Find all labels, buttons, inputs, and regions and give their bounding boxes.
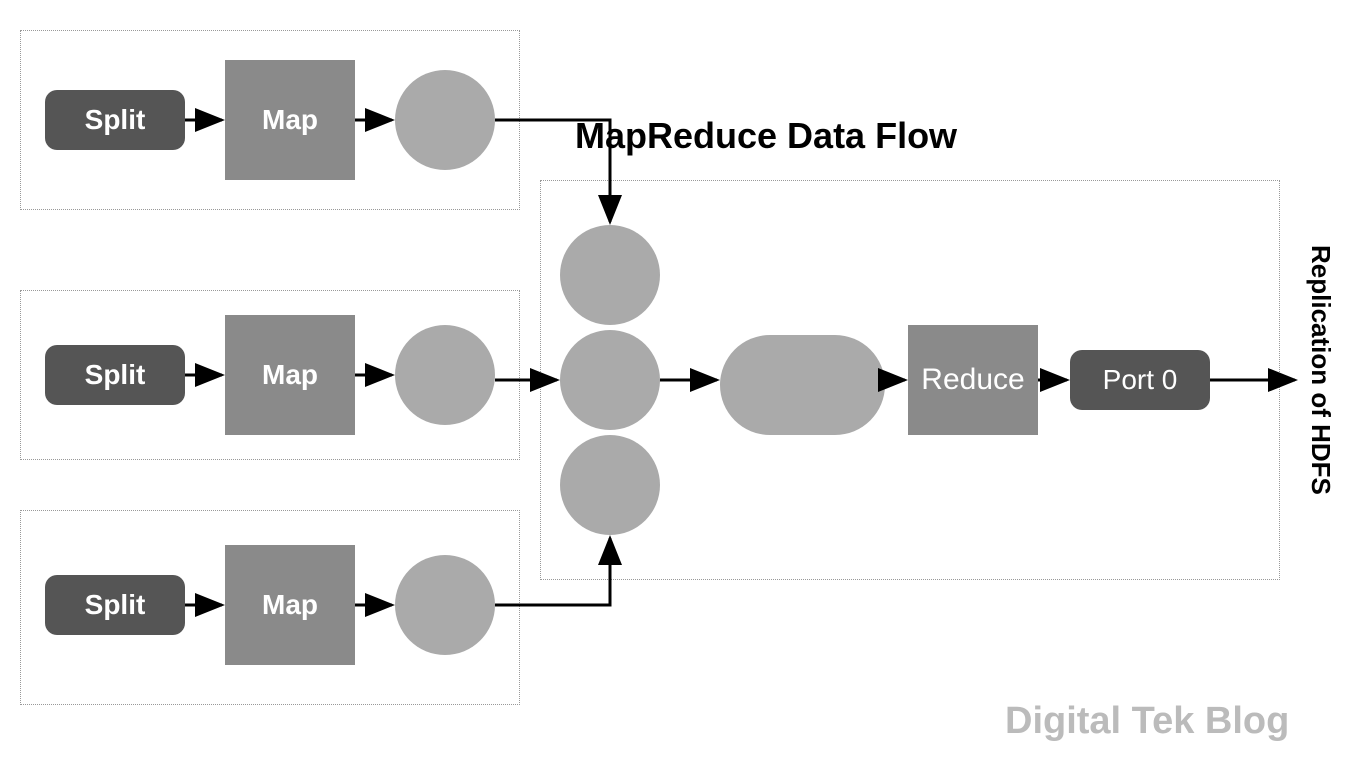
port-box: Port 0 <box>1070 350 1210 410</box>
map-label-3: Map <box>262 589 318 621</box>
split-box-1: Split <box>45 90 185 150</box>
split-box-2: Split <box>45 345 185 405</box>
split-label-1: Split <box>85 104 146 136</box>
merge-pill <box>720 335 885 435</box>
diagram-title: MapReduce Data Flow <box>575 115 957 157</box>
port-label: Port 0 <box>1103 364 1178 396</box>
watermark-text: Digital Tek Blog <box>1005 700 1289 743</box>
map-box-3: Map <box>225 545 355 665</box>
replication-label: Replication of HDFS <box>1305 245 1336 495</box>
map-box-1: Map <box>225 60 355 180</box>
shuffle-circle-mid <box>560 330 660 430</box>
split-label-2: Split <box>85 359 146 391</box>
mapper-output-circle-2 <box>395 325 495 425</box>
diagram-canvas: Split Map Split Map Split Map Reduce Por… <box>0 0 1366 768</box>
split-label-3: Split <box>85 589 146 621</box>
mapper-output-circle-1 <box>395 70 495 170</box>
reduce-label: Reduce <box>921 363 1024 397</box>
map-box-2: Map <box>225 315 355 435</box>
reduce-box: Reduce <box>908 325 1038 435</box>
split-box-3: Split <box>45 575 185 635</box>
map-label-1: Map <box>262 104 318 136</box>
shuffle-circle-top <box>560 225 660 325</box>
mapper-output-circle-3 <box>395 555 495 655</box>
map-label-2: Map <box>262 359 318 391</box>
shuffle-circle-bottom <box>560 435 660 535</box>
